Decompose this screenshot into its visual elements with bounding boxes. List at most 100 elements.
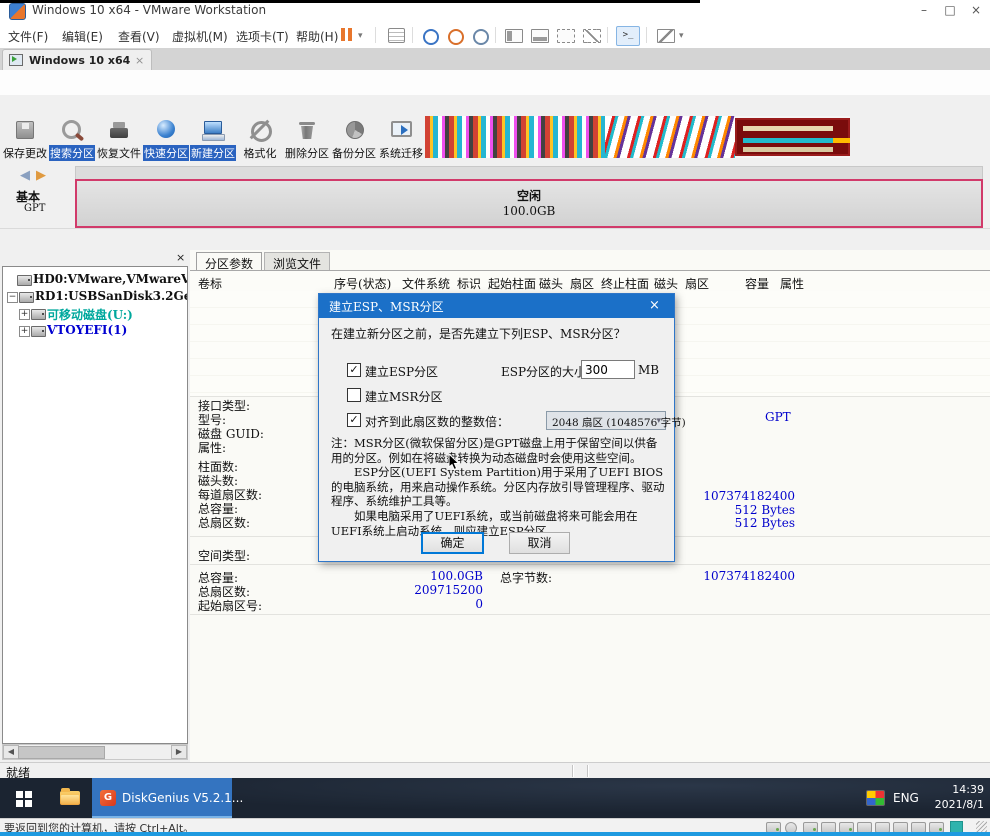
vmware-maximize-button[interactable]: □ [938, 0, 962, 20]
align-checkbox[interactable]: ✓ [347, 413, 361, 427]
folder-icon [60, 791, 80, 805]
glitch-noise [605, 116, 735, 158]
power-dropdown-icon[interactable]: ▾ [358, 31, 363, 41]
ok-button[interactable]: 确定 [421, 532, 484, 554]
vmware-menu-vm[interactable]: 虚拟机(M) [172, 28, 228, 45]
vmware-menu-edit[interactable]: 编辑(E) [62, 28, 103, 45]
glitch-red-block [735, 118, 850, 156]
fullscreen-icon[interactable] [657, 29, 675, 43]
next-disk-icon[interactable]: ▶ [36, 168, 46, 183]
quick-partition-button[interactable]: 快速分区 [143, 116, 189, 161]
delete-partition-button[interactable]: 删除分区 [284, 116, 330, 161]
label-space-type: 空间类型: [198, 547, 250, 564]
esp-size-input[interactable] [581, 360, 635, 379]
vm-tab-windows10[interactable]: Windows 10 x64 × [2, 49, 152, 71]
toolbar-separator [495, 27, 496, 43]
start-button[interactable] [0, 778, 48, 818]
tree-item-rd1[interactable]: − RD1:USBSanDisk3.2Gen1 (29G [35, 289, 188, 305]
col-attributes[interactable]: 属性 [780, 275, 804, 292]
free-space-size: 100.0GB [77, 204, 981, 218]
value-partition-table-type: GPT [765, 410, 795, 424]
take-snapshot-icon[interactable] [423, 29, 439, 45]
col-index-status[interactable]: 序号(状态) [334, 275, 391, 292]
tree-item-hd0[interactable]: HD0:VMware,VMwareVirtualS [33, 272, 188, 288]
tree-horizontal-scrollbar[interactable]: ◀ ▶ [2, 744, 188, 760]
file-explorer-button[interactable] [48, 778, 92, 818]
col-volume-label[interactable]: 卷标 [198, 275, 222, 292]
col-head2[interactable]: 磁头 [654, 275, 678, 292]
msr-checkbox-label[interactable]: 建立MSR分区 [365, 388, 443, 405]
vm-tab-close-icon[interactable]: × [135, 54, 144, 67]
new-partition-button[interactable]: 新建分区 [190, 116, 236, 161]
col-sector2[interactable]: 扇区 [685, 275, 709, 292]
show-library-icon[interactable] [505, 29, 523, 43]
dialog-close-icon[interactable]: × [649, 298, 660, 313]
col-sector[interactable]: 扇区 [570, 275, 594, 292]
pause-vm-icon[interactable] [341, 28, 345, 41]
tab-browse-files[interactable]: 浏览文件 [264, 252, 330, 270]
tree-item-removable-u[interactable]: + 可移动磁盘(U:) [47, 306, 133, 322]
vmware-menu-help[interactable]: 帮助(H) [296, 28, 338, 45]
col-end-cylinder[interactable]: 终止柱面 [601, 275, 649, 292]
show-thumbnail-bar-icon[interactable] [531, 29, 549, 43]
backup-partition-button[interactable]: 备份分区 [331, 116, 377, 161]
format-button[interactable]: 格式化 [237, 116, 283, 161]
chevron-down-icon: ▾ [656, 416, 661, 426]
scroll-left-icon[interactable]: ◀ [3, 745, 19, 759]
col-head[interactable]: 磁头 [539, 275, 563, 292]
vmware-minimize-button[interactable]: – [912, 0, 936, 20]
toolbar-separator [412, 27, 413, 43]
disk-info-bar: 磁盘 0 接口:Sas 型号:VMware,VMwareVirtualS 容量:… [0, 228, 990, 251]
vmware-menubar: 文件(F) 编辑(E) 查看(V) 虚拟机(M) 选项卡(T) 帮助(H) ▾ … [0, 22, 990, 49]
value-space-total-capacity: 100.0GB [383, 569, 483, 583]
diskgenius-task-button[interactable]: DiskGenius V5.2.1... [92, 778, 232, 818]
dialog-question: 在建立新分区之前，是否先建立下列ESP、MSR分区？ [331, 325, 626, 342]
clock-date[interactable]: 2021/8/1 [922, 798, 984, 811]
send-ctrl-alt-del-icon[interactable] [388, 28, 405, 43]
prev-disk-icon[interactable]: ◀ [20, 168, 30, 183]
esp-checkbox-label[interactable]: 建立ESP分区 [365, 363, 438, 380]
msr-checkbox[interactable] [347, 388, 361, 402]
display-color-icon[interactable] [866, 790, 885, 806]
tree-item-vtoyefi[interactable]: + VTOYEFI(1) [47, 323, 127, 339]
expand-icon[interactable]: + [19, 326, 30, 337]
align-sector-dropdown[interactable]: 2048 扇区 (1048576 字节) ▾ [546, 411, 666, 430]
vmware-menu-file[interactable]: 文件(F) [8, 28, 48, 45]
unity-mode-icon[interactable] [557, 29, 575, 43]
col-filesystem[interactable]: 文件系统 [402, 275, 450, 292]
snapshot-manager-icon[interactable] [473, 29, 489, 45]
vmware-menu-tabs[interactable]: 选项卡(T) [236, 28, 289, 45]
free-space-bar[interactable]: 空闲 100.0GB [75, 179, 983, 228]
tab-partition-params[interactable]: 分区参数 [196, 252, 262, 270]
scrollbar-thumb[interactable] [18, 746, 105, 759]
vmware-close-button[interactable]: × [964, 0, 988, 20]
col-capacity[interactable]: 容量 [745, 275, 769, 292]
col-start-cylinder[interactable]: 起始柱面 [488, 275, 536, 292]
console-view-button[interactable]: >_ [616, 26, 640, 46]
ad-banner-corrupted [425, 116, 850, 158]
language-indicator[interactable]: ENG [893, 791, 919, 805]
align-checkbox-label[interactable]: 对齐到此扇区数的整数倍： [365, 413, 509, 430]
fullscreen-dropdown-icon[interactable]: ▾ [679, 31, 684, 41]
revert-snapshot-icon[interactable] [448, 29, 464, 45]
cancel-button[interactable]: 取消 [509, 532, 570, 554]
recover-files-button[interactable]: 恢复文件 [96, 116, 142, 161]
bottom-edge-bar [0, 832, 990, 836]
scroll-right-icon[interactable]: ▶ [171, 745, 187, 759]
expand-icon[interactable]: + [19, 309, 30, 320]
vmware-titlebar: Windows 10 x64 - VMware Workstation – □ … [0, 0, 990, 23]
panel-close-icon[interactable]: × [176, 251, 185, 264]
system-migrate-button[interactable]: 系统迁移 [378, 116, 424, 161]
clock-time[interactable]: 14:39 [922, 783, 984, 796]
vmware-menu-view[interactable]: 查看(V) [118, 28, 160, 45]
exit-unity-icon[interactable] [583, 29, 601, 43]
col-id[interactable]: 标识 [457, 275, 481, 292]
save-changes-button[interactable]: 保存更改 [2, 116, 48, 161]
dialog-titlebar[interactable]: 建立ESP、MSR分区 × [319, 294, 674, 318]
esp-checkbox[interactable]: ✓ [347, 363, 361, 377]
collapse-icon[interactable]: − [7, 292, 18, 303]
search-partition-button[interactable]: 搜索分区 [49, 116, 95, 161]
resize-grip[interactable] [976, 821, 987, 832]
note-esp: ESP分区(UEFI System Partition)用于采用了UEFI BI… [331, 465, 667, 509]
globe-icon [153, 118, 179, 142]
